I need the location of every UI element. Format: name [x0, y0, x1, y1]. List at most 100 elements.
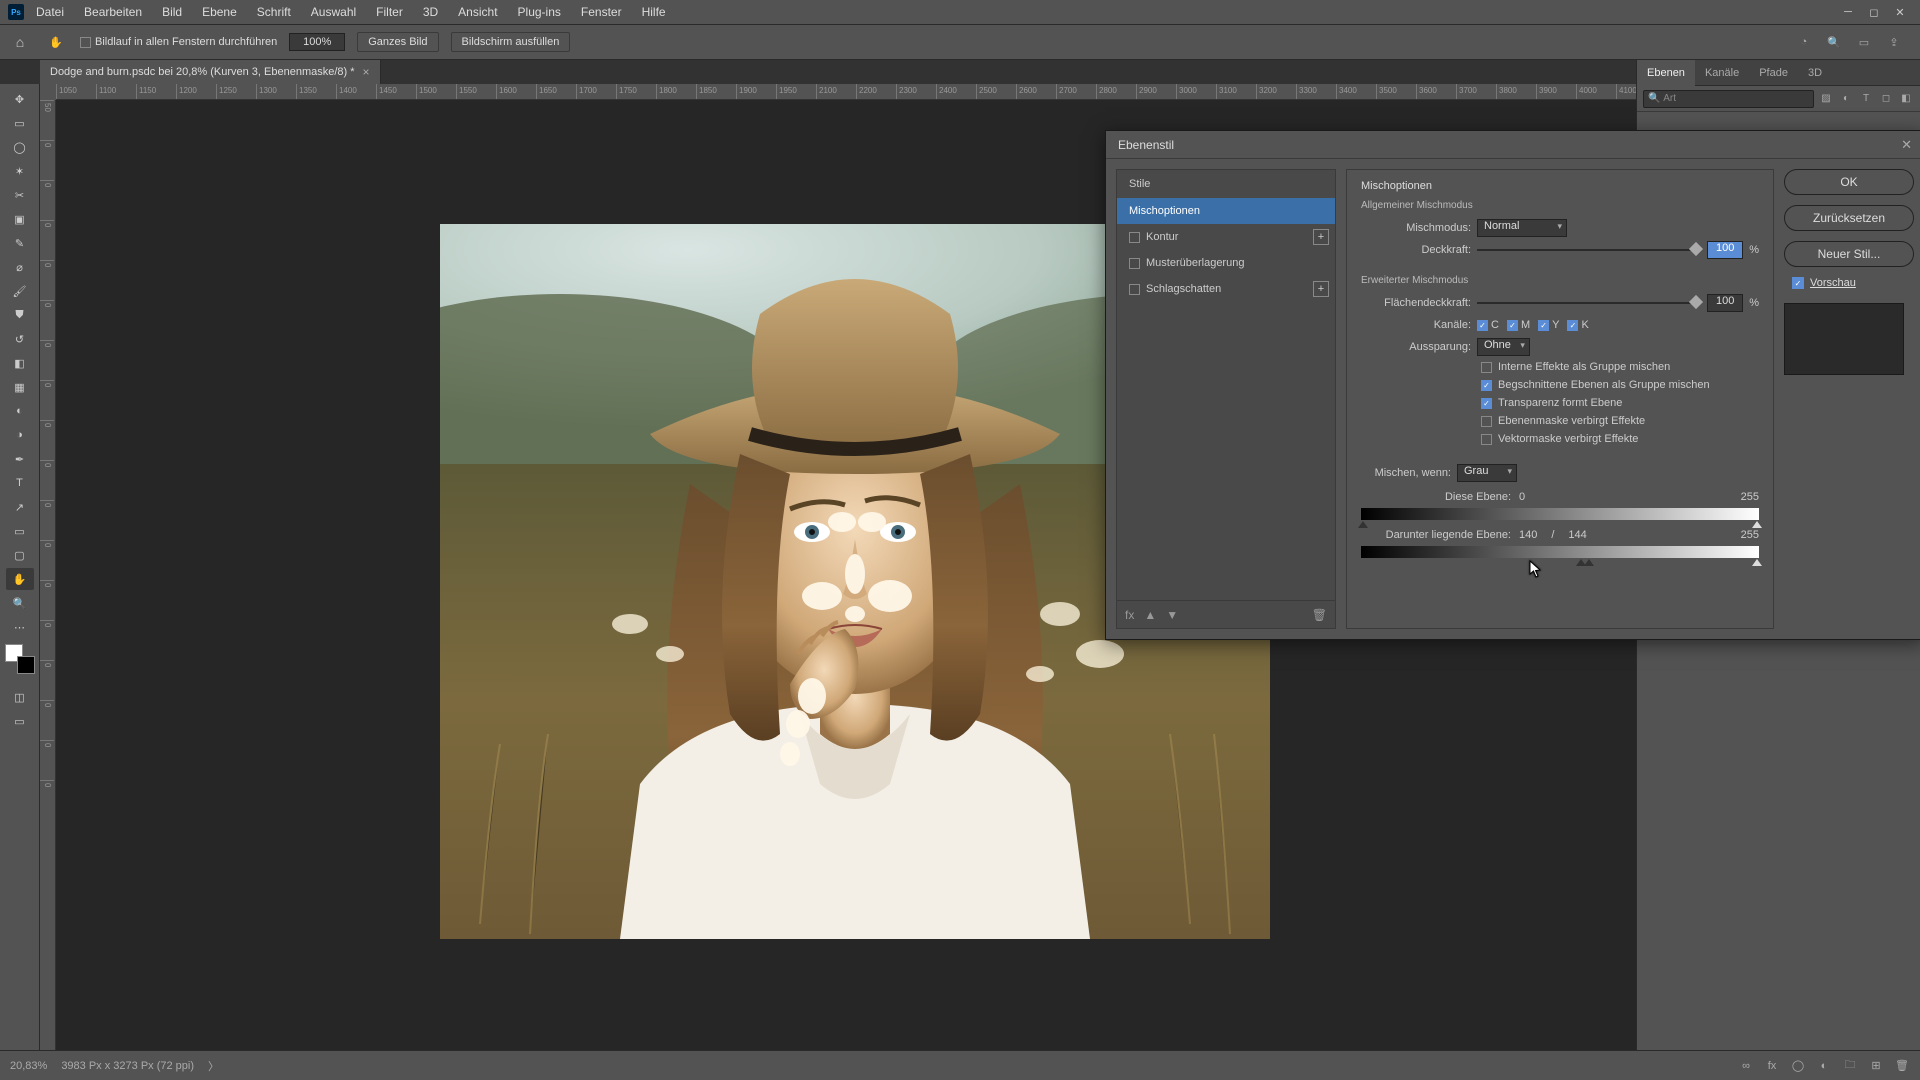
- brush-tool-icon[interactable]: 🖌: [6, 280, 34, 302]
- layermask-hides-checkbox[interactable]: Ebenenmaske verbirgt Effekte: [1481, 412, 1759, 430]
- fx-footer-icon[interactable]: fx: [1764, 1058, 1780, 1074]
- channel-m-checkbox[interactable]: ✓M: [1507, 319, 1530, 331]
- ok-button[interactable]: OK: [1784, 169, 1914, 195]
- filter-image-icon[interactable]: ▨: [1818, 91, 1834, 107]
- marquee-tool-icon[interactable]: ▭: [6, 112, 34, 134]
- tab-paths[interactable]: Pfade: [1749, 60, 1798, 86]
- share-icon[interactable]: ⇪: [1884, 32, 1904, 52]
- menu-layer[interactable]: Ebene: [194, 5, 245, 19]
- fx-icon[interactable]: fx: [1125, 608, 1134, 622]
- fill-screen-button[interactable]: Bildschirm ausfüllen: [451, 32, 571, 52]
- crop-tool-icon[interactable]: ✂: [6, 184, 34, 206]
- menu-filter[interactable]: Filter: [368, 5, 411, 19]
- gradient-tool-icon[interactable]: ▦: [6, 376, 34, 398]
- document-tab[interactable]: Dodge and burn.psdc bei 20,8% (Kurven 3,…: [40, 60, 381, 84]
- channel-k-checkbox[interactable]: ✓K: [1567, 319, 1588, 331]
- blur-tool-icon[interactable]: ◐: [6, 400, 34, 422]
- transparency-shapes-checkbox[interactable]: ✓Transparenz formt Ebene: [1481, 394, 1759, 412]
- type-tool-icon[interactable]: T: [6, 472, 34, 494]
- add-shadow-icon[interactable]: +: [1313, 281, 1329, 297]
- status-zoom[interactable]: 20,83%: [10, 1060, 47, 1072]
- dialog-titlebar[interactable]: Ebenenstil ✕: [1106, 131, 1920, 159]
- wand-tool-icon[interactable]: ✶: [6, 160, 34, 182]
- channel-y-checkbox[interactable]: ✓Y: [1538, 319, 1559, 331]
- history-brush-icon[interactable]: ↺: [6, 328, 34, 350]
- tab-channels[interactable]: Kanäle: [1695, 60, 1749, 86]
- menu-edit[interactable]: Bearbeiten: [76, 5, 150, 19]
- delete-layer-icon[interactable]: 🗑: [1894, 1058, 1910, 1074]
- down-icon[interactable]: ▼: [1166, 608, 1178, 622]
- filter-shape-icon[interactable]: ◻: [1878, 91, 1894, 107]
- minimize-icon[interactable]: ─: [1836, 3, 1860, 21]
- preview-checkbox[interactable]: ✓Vorschau: [1784, 277, 1914, 289]
- filter-smart-icon[interactable]: ◧: [1898, 91, 1914, 107]
- hand-tool-icon[interactable]: ✋: [6, 568, 34, 590]
- cancel-button[interactable]: Zurücksetzen: [1784, 205, 1914, 231]
- dialog-close-icon[interactable]: ✕: [1901, 137, 1912, 153]
- eyedropper-tool-icon[interactable]: ✎: [6, 232, 34, 254]
- menu-select[interactable]: Auswahl: [303, 5, 364, 19]
- move-tool-icon[interactable]: ✥: [6, 88, 34, 110]
- lasso-tool-icon[interactable]: ◯: [6, 136, 34, 158]
- vectormask-hides-checkbox[interactable]: Vektormaske verbirgt Effekte: [1481, 430, 1759, 448]
- underlying-gradient[interactable]: [1361, 546, 1759, 558]
- eraser-tool-icon[interactable]: ◧: [6, 352, 34, 374]
- workspace-icon[interactable]: ▭: [1854, 32, 1874, 52]
- blend-clipped-checkbox[interactable]: ✓Begschnittene Ebenen als Gruppe mischen: [1481, 376, 1759, 394]
- add-stroke-icon[interactable]: +: [1313, 229, 1329, 245]
- status-flyout-icon[interactable]: 〉: [208, 1058, 219, 1074]
- opacity-input[interactable]: 100: [1707, 241, 1743, 259]
- layer-search-input[interactable]: 🔍 Art: [1643, 90, 1814, 108]
- fill-opacity-input[interactable]: 100: [1707, 294, 1743, 312]
- adjustment-icon[interactable]: ◐: [1816, 1058, 1832, 1074]
- fit-button[interactable]: Ganzes Bild: [357, 32, 438, 52]
- menu-file[interactable]: Datei: [28, 5, 72, 19]
- rect-tool-icon[interactable]: ▭: [6, 520, 34, 542]
- menu-plugins[interactable]: Plug-ins: [510, 5, 569, 19]
- filter-type-icon[interactable]: T: [1858, 91, 1874, 107]
- search-icon[interactable]: 🔍: [1824, 32, 1844, 52]
- knockout-select[interactable]: Ohne: [1477, 338, 1530, 356]
- link-icon[interactable]: ∞: [1738, 1058, 1754, 1074]
- stamp-tool-icon[interactable]: ⛊: [6, 304, 34, 326]
- cloud-icon[interactable]: ◔: [1794, 32, 1814, 52]
- mask-icon[interactable]: ◯: [1790, 1058, 1806, 1074]
- styles-item-shadow[interactable]: Schlagschatten+: [1117, 276, 1335, 302]
- new-layer-icon[interactable]: ⊞: [1868, 1058, 1884, 1074]
- menu-3d[interactable]: 3D: [415, 5, 446, 19]
- menu-view[interactable]: Ansicht: [450, 5, 505, 19]
- hand-tool-icon[interactable]: ✋: [44, 30, 68, 54]
- trash-icon[interactable]: 🗑: [1312, 608, 1327, 622]
- edit-toolbar-icon[interactable]: ⋯: [6, 616, 34, 638]
- menu-help[interactable]: Hilfe: [634, 5, 674, 19]
- scroll-all-checkbox[interactable]: Bildlauf in allen Fenstern durchführen: [80, 36, 277, 48]
- zoom-input[interactable]: 100%: [289, 33, 345, 51]
- heal-tool-icon[interactable]: ⌀: [6, 256, 34, 278]
- new-style-button[interactable]: Neuer Stil...: [1784, 241, 1914, 267]
- up-icon[interactable]: ▲: [1144, 608, 1156, 622]
- color-swatches[interactable]: [5, 644, 35, 674]
- tab-layers[interactable]: Ebenen: [1637, 60, 1695, 86]
- blend-interior-checkbox[interactable]: Interne Effekte als Gruppe mischen: [1481, 358, 1759, 376]
- menu-image[interactable]: Bild: [154, 5, 190, 19]
- styles-item-stroke[interactable]: Kontur+: [1117, 224, 1335, 250]
- path-tool-icon[interactable]: ↗: [6, 496, 34, 518]
- home-icon[interactable]: ⌂: [8, 30, 32, 54]
- styles-item-blending[interactable]: Mischoptionen: [1117, 198, 1335, 224]
- blend-mode-select[interactable]: Normal: [1477, 219, 1567, 237]
- frame-tool-icon[interactable]: ▣: [6, 208, 34, 230]
- filter-adjust-icon[interactable]: ◐: [1838, 91, 1854, 107]
- fill-opacity-slider[interactable]: [1477, 296, 1701, 310]
- quickmask-icon[interactable]: ◫: [6, 686, 34, 708]
- maximize-icon[interactable]: ◻: [1862, 3, 1886, 21]
- screenmode-icon[interactable]: ▭: [6, 710, 34, 732]
- artboard-tool-icon[interactable]: ▢: [6, 544, 34, 566]
- tab-3d[interactable]: 3D: [1798, 60, 1832, 86]
- menu-type[interactable]: Schrift: [249, 5, 299, 19]
- dodge-tool-icon[interactable]: ◑: [6, 424, 34, 446]
- channel-c-checkbox[interactable]: ✓C: [1477, 319, 1499, 331]
- close-window-icon[interactable]: ✕: [1888, 3, 1912, 21]
- close-tab-icon[interactable]: ×: [363, 65, 370, 79]
- this-layer-gradient[interactable]: [1361, 508, 1759, 520]
- blendif-select[interactable]: Grau: [1457, 464, 1517, 482]
